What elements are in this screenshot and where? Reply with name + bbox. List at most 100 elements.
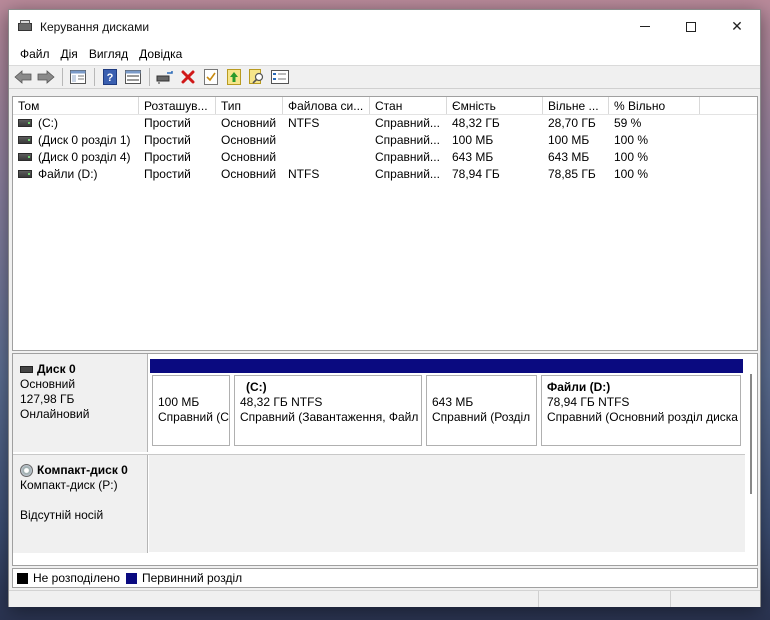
cell-filesystem	[283, 132, 370, 149]
table-row-volume-d[interactable]: Файли (D:) Простий Основний NTFS Справний...…	[13, 166, 757, 183]
partition-1[interactable]: 100 МБ Справний (С	[150, 359, 232, 446]
partition-c-label: (C:)	[246, 380, 267, 394]
volume-name: (Диск 0 розділ 4)	[38, 150, 131, 164]
cell-percent-free: 59 %	[614, 116, 642, 130]
menu-action[interactable]: Дія	[56, 47, 83, 61]
title-bar[interactable]: Керування дисками ✕	[9, 10, 760, 43]
menu-file[interactable]: Файл	[15, 47, 55, 61]
volume-name: Файли (D:)	[38, 167, 98, 181]
cell-type: Основний	[221, 116, 277, 130]
cell-status: Справний...	[375, 116, 440, 130]
column-header-layout[interactable]: Розташув...	[139, 97, 216, 114]
partition-4[interactable]: 643 МБ Справний (Розділ	[424, 359, 539, 446]
partition-1-size: 100 МБ	[158, 395, 200, 409]
cell-percent-free: 100 %	[614, 167, 649, 181]
disk-management-window: Керування дисками ✕ Файл Дія Вигляд Дові…	[8, 9, 761, 607]
search-icon[interactable]	[246, 67, 267, 87]
cell-free-space: 643 МБ	[548, 150, 590, 164]
volume-icon	[18, 135, 32, 144]
cell-name: Файли (D:)	[13, 166, 139, 183]
cell-capacity: 48,32 ГБ	[452, 116, 500, 130]
cell-name: (Диск 0 розділ 1)	[13, 132, 139, 149]
disk-0-name: Диск 0	[37, 362, 76, 376]
partition-c-status: Справний (Завантаження, Файл	[240, 410, 419, 424]
graph-scrollbar[interactable]	[747, 374, 755, 494]
connect-icon[interactable]	[154, 67, 175, 87]
menu-bar: Файл Дія Вигляд Довідка	[9, 43, 760, 65]
column-header-percent-free[interactable]: % Вільно	[609, 97, 700, 114]
cell-free-space: 28,70 ГБ	[548, 116, 596, 130]
cell-filesystem: NTFS	[288, 167, 320, 181]
table-row-volume-partition-1[interactable]: (Диск 0 розділ 1) Простий Основний Справний…	[13, 132, 757, 149]
console-tree-icon[interactable]	[67, 67, 88, 87]
menu-view[interactable]: Вигляд	[84, 47, 133, 61]
legend-primary: Первинний розділ	[141, 571, 243, 585]
disk-0-label[interactable]: Диск 0 Основний 127,98 ГБ Онлайновий	[13, 354, 148, 452]
partition-d-status: Справний (Основний розділ диска	[547, 410, 738, 424]
properties-icon[interactable]	[122, 67, 143, 87]
volume-list[interactable]: Том Розташув... Тип Файлова си... Стан Є…	[12, 96, 758, 351]
toolbar: ?	[9, 65, 760, 89]
cell-type: Основний	[221, 167, 277, 181]
cell-layout: Простий	[144, 150, 191, 164]
column-header-type[interactable]: Тип	[216, 97, 283, 114]
menu-help[interactable]: Довідка	[134, 47, 187, 61]
column-header-status[interactable]: Стан	[370, 97, 447, 114]
cell-capacity: 643 МБ	[452, 150, 494, 164]
disk-0-type: Основний	[20, 377, 76, 391]
column-header-volume[interactable]: Том	[13, 97, 139, 114]
disk-0-row[interactable]: Диск 0 Основний 127,98 ГБ Онлайновий 100…	[13, 354, 745, 452]
cdrom-0-name: Компакт-диск 0	[37, 463, 128, 477]
export-icon[interactable]	[223, 67, 244, 87]
forward-icon[interactable]	[35, 67, 56, 87]
volume-icon	[18, 169, 32, 178]
back-icon[interactable]	[12, 67, 33, 87]
partition-d-size: 78,94 ГБ NTFS	[547, 395, 630, 409]
column-header-free-space[interactable]: Вільне ...	[543, 97, 609, 114]
table-row-volume-partition-4[interactable]: (Диск 0 розділ 4) Простий Основний Справний…	[13, 149, 757, 166]
disk-0-size: 127,98 ГБ	[20, 392, 75, 406]
volume-name: (Диск 0 розділ 1)	[38, 133, 131, 147]
volume-icon	[18, 152, 32, 161]
volume-icon	[18, 118, 32, 127]
cell-free-space: 100 МБ	[548, 133, 590, 147]
volume-list-header: Том Розташув... Тип Файлова си... Стан Є…	[13, 97, 757, 115]
partition-c-size: 48,32 ГБ NTFS	[240, 395, 323, 409]
column-header-capacity[interactable]: Ємність	[447, 97, 543, 114]
minimize-button[interactable]	[622, 10, 668, 43]
cell-percent-free: 100 %	[614, 150, 649, 164]
cell-capacity: 100 МБ	[452, 133, 494, 147]
primary-partition-swatch	[125, 572, 137, 584]
disk-management-icon	[18, 20, 32, 33]
volume-name: (C:)	[38, 116, 58, 130]
partition-c[interactable]: (C:) 48,32 ГБ NTFS Справний (Завантаженн…	[232, 359, 424, 446]
cell-type: Основний	[221, 133, 277, 147]
cell-name: (C:)	[13, 115, 139, 132]
help-icon[interactable]: ?	[99, 67, 120, 87]
cdrom-0-status: Відсутній носій	[20, 508, 104, 522]
cdrom-0-label[interactable]: Компакт-диск 0 Компакт-диск (P:) Відсутн…	[13, 455, 148, 553]
unallocated-swatch	[17, 572, 28, 584]
column-header-filesystem[interactable]: Файлова си...	[283, 97, 370, 114]
cell-layout: Простий	[144, 116, 191, 130]
disk-graph-view: Диск 0 Основний 127,98 ГБ Онлайновий 100…	[12, 353, 758, 566]
maximize-button[interactable]	[668, 10, 714, 43]
cell-filesystem	[283, 149, 370, 166]
cell-filesystem: NTFS	[288, 116, 320, 130]
cell-type: Основний	[221, 150, 277, 164]
cd-drive-icon	[20, 464, 33, 477]
cdrom-0-type: Компакт-диск (P:)	[20, 478, 118, 492]
cdrom-0-row[interactable]: Компакт-диск 0 Компакт-диск (P:) Відсутн…	[13, 454, 745, 553]
delete-icon[interactable]	[177, 67, 198, 87]
details-icon[interactable]	[269, 67, 290, 87]
check-icon[interactable]	[200, 67, 221, 87]
svg-text:?: ?	[106, 72, 113, 84]
legend: Не розподілено Первинний розділ	[12, 568, 758, 588]
partition-d[interactable]: Файли (D:) 78,94 ГБ NTFS Справний (Основ…	[539, 359, 743, 446]
cell-layout: Простий	[144, 167, 191, 181]
window-title: Керування дисками	[40, 19, 150, 34]
cell-status: Справний...	[375, 150, 440, 164]
close-button[interactable]: ✕	[714, 10, 760, 43]
table-row-volume-c[interactable]: (C:) Простий Основний NTFS Справний... 48,32 …	[13, 115, 757, 132]
partition-1-status: Справний (С	[158, 410, 229, 424]
